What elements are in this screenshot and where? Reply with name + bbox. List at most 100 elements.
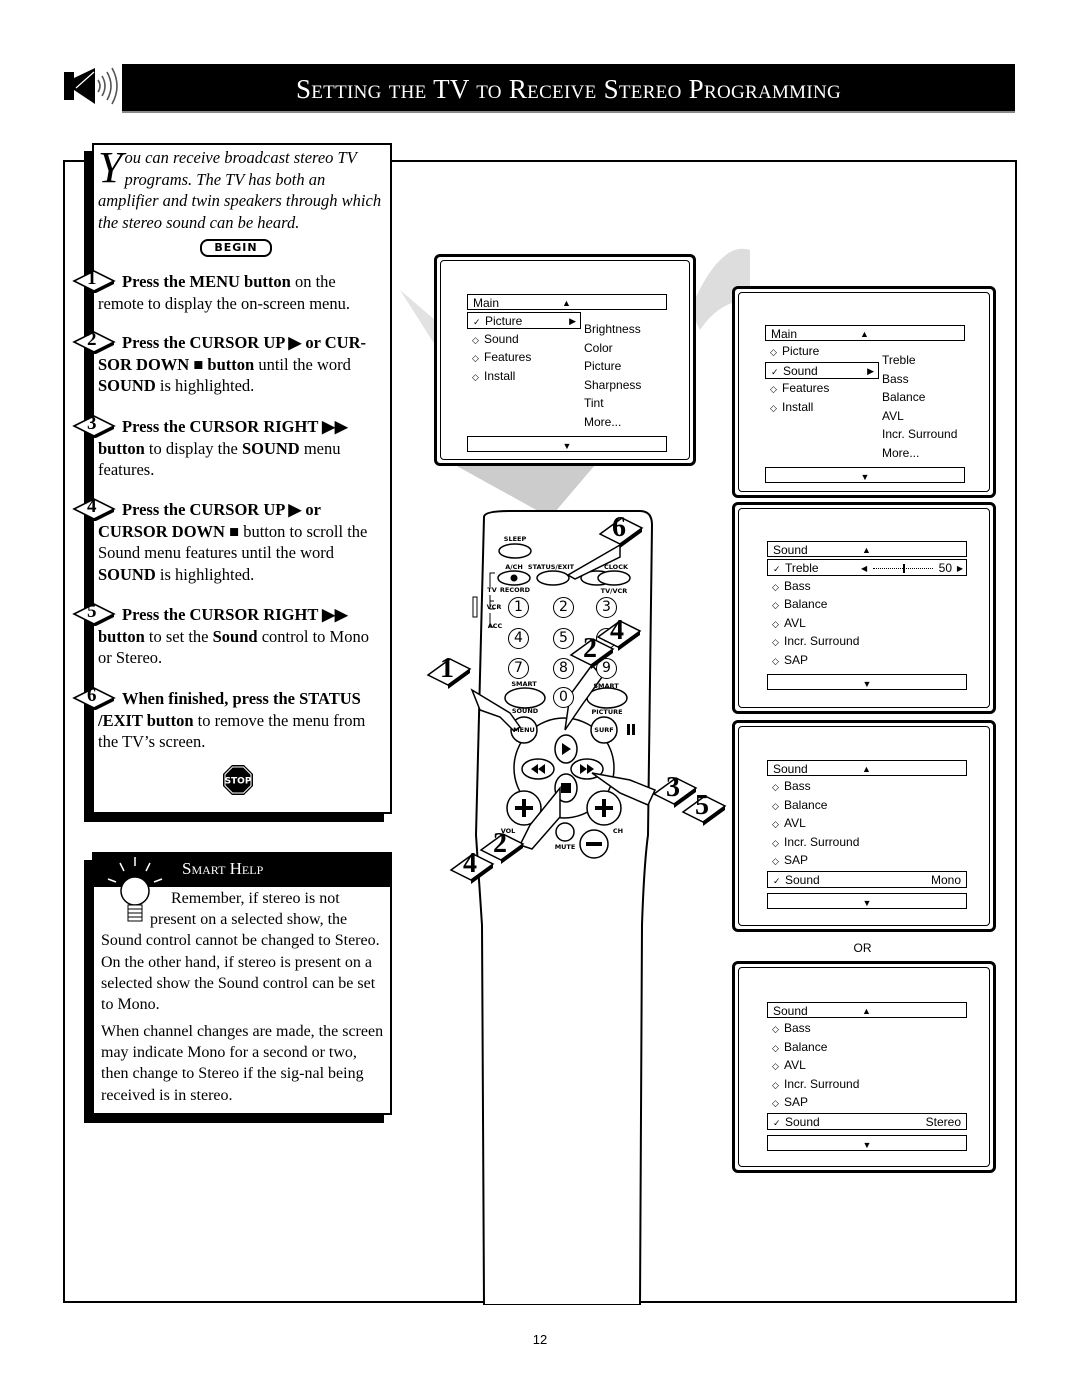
menu-item[interactable]: ✓ Sound Stereo: [767, 1112, 967, 1130]
digit-button-2[interactable]: 2: [553, 597, 574, 618]
menu-item[interactable]: ◇ SAP: [767, 1094, 967, 1111]
step-number: 3: [87, 413, 97, 434]
menu-item[interactable]: ◇ AVL: [767, 615, 967, 632]
diamond-bullet-icon: ◇: [772, 856, 779, 866]
smart-sound-button[interactable]: [504, 687, 546, 709]
menu-item[interactable]: ✓ Sound ▶: [765, 361, 879, 379]
smart-picture-button[interactable]: [586, 687, 628, 709]
scroll-up-arrow-icon[interactable]: ▲: [862, 542, 871, 558]
scroll-down-arrow-icon[interactable]: ▼: [863, 679, 872, 689]
menu-header-label: Sound: [773, 543, 808, 557]
smart-label: SMART: [593, 682, 619, 690]
menu-item-label: Incr. Surround: [784, 834, 860, 849]
menu-header: Sound ▲: [767, 760, 967, 776]
menu-item-label: AVL: [784, 1058, 806, 1072]
mute-button[interactable]: [555, 822, 575, 842]
menu-item-label: Sound: [484, 331, 519, 346]
menu-footer: ▼: [765, 467, 965, 484]
scroll-up-arrow-icon[interactable]: ▲: [862, 761, 871, 777]
menu-footer: ▼: [767, 893, 967, 909]
menu-item[interactable]: ◇ Bass: [767, 578, 967, 595]
menu-item-label: Features: [484, 350, 532, 364]
menu-item[interactable]: ◇ Install: [765, 399, 879, 416]
menu-item[interactable]: ◇ Install: [467, 368, 581, 385]
scroll-down-arrow-icon[interactable]: ▼: [863, 898, 872, 908]
diamond-bullet-icon: ◇: [772, 637, 779, 647]
callout-number: 5: [695, 790, 709, 821]
menu-item[interactable]: ◇ Balance: [767, 797, 967, 814]
ach-label: A/CH: [505, 563, 523, 571]
sleep-button[interactable]: [498, 543, 532, 559]
scroll-up-arrow-icon[interactable]: ▲: [562, 295, 571, 311]
slider-thumb[interactable]: [903, 564, 905, 573]
menu-item[interactable]: ✓ Treble ◀ 50 ▶: [767, 559, 967, 576]
menu-item[interactable]: ◇ Balance: [767, 596, 967, 613]
diamond-bullet-icon: ◇: [772, 1042, 779, 1053]
menu-item[interactable]: ◇ SAP: [767, 852, 967, 869]
scroll-down-arrow-icon[interactable]: ▼: [863, 1140, 872, 1150]
digit-button-4[interactable]: 4: [508, 628, 529, 649]
menu-item[interactable]: ✓ Sound Mono: [767, 870, 967, 888]
submenu-preview-item: Treble: [882, 353, 916, 367]
scroll-down-arrow-icon[interactable]: ▼: [861, 472, 870, 482]
step-number: 2: [87, 329, 97, 350]
menu-item[interactable]: ◇ AVL: [767, 815, 967, 832]
step-5: 5 Press the CURSOR RIGHT ▶▶ button to set…: [72, 601, 385, 669]
scroll-down-arrow-icon[interactable]: ▼: [563, 441, 572, 451]
on-screen-menu: Sound ▲ ✓ Treble ◀ 50 ▶ ◇ Bass ◇ Balance ◇ AVL ◇ Incr.…: [767, 541, 967, 691]
step-3: 3 Press the CURSOR RIGHT ▶▶ button to dis…: [72, 413, 385, 481]
status-exit-button[interactable]: [536, 570, 570, 586]
status-exit-label: STATUS/EXIT: [527, 563, 575, 571]
step-text-part: is highlighted.: [155, 376, 255, 395]
menu-item[interactable]: ◇ Bass: [767, 778, 967, 795]
clock-label: CLOCK: [603, 563, 629, 571]
callout-number: 1: [440, 653, 454, 684]
menu-item[interactable]: ◇ Bass: [767, 1020, 967, 1037]
diamond-bullet-icon: ◇: [772, 1098, 779, 1108]
clock-button[interactable]: [597, 570, 631, 586]
menu-item-label: Install: [484, 368, 516, 383]
menu-item[interactable]: ◇ Features: [467, 349, 581, 366]
menu-item[interactable]: ✓ Picture ▶: [467, 312, 581, 329]
step-number: 1: [87, 268, 97, 289]
digit-button-0[interactable]: 0: [553, 687, 574, 708]
step-text-part: Press the MENU button: [122, 272, 291, 291]
menu-item-label: AVL: [784, 615, 806, 630]
menu-item[interactable]: ◇ Sound: [467, 331, 581, 348]
menu-item[interactable]: ◇ Incr. Surround: [767, 834, 967, 851]
slider-right-arrow-icon[interactable]: ▶: [957, 560, 963, 577]
menu-item-label: Balance: [784, 797, 828, 812]
menu-item[interactable]: ◇ Balance: [767, 1039, 967, 1056]
on-screen-menu: Sound ▲ ◇ Bass ◇ Balance ◇ AVL ◇ Incr. Surround ◇ S…: [767, 760, 967, 910]
intro-body: ou can receive broadcast stereo TV progr…: [98, 148, 382, 232]
menu-footer: ▼: [767, 1135, 967, 1151]
slider-left-arrow-icon[interactable]: ◀: [861, 560, 867, 577]
step-number: 6: [87, 685, 97, 706]
menu-header: Main ▲: [765, 325, 965, 341]
menu-item-label: Incr. Surround: [784, 634, 860, 648]
step-6: 6 When finished, press the STATUS /EXIT b…: [72, 685, 385, 753]
diamond-bullet-icon: ◇: [770, 384, 777, 394]
scroll-up-arrow-icon[interactable]: ▲: [860, 326, 869, 342]
or-label: OR: [853, 941, 872, 955]
page-title: Setting the TV to Receive Stereo Program…: [122, 64, 1015, 113]
menu-item[interactable]: ◇ Incr. Surround: [767, 633, 967, 650]
digit-button-1[interactable]: 1: [508, 597, 529, 618]
acc-mode-label: ACC: [487, 622, 503, 630]
menu-item-value: 50: [938, 561, 952, 575]
submenu-arrow-icon: ▶: [867, 365, 874, 376]
menu-item[interactable]: ◇ Features: [765, 380, 879, 397]
digit-button-7[interactable]: 7: [508, 658, 529, 679]
menu-item-label: SAP: [784, 652, 809, 667]
menu-item[interactable]: ◇ Picture: [765, 343, 879, 360]
menu-item[interactable]: ◇ SAP: [767, 652, 967, 669]
tv-screen-sound-mono: Sound ▲ ◇ Bass ◇ Balance ◇ AVL ◇ Incr. Surround ◇ S…: [732, 720, 996, 932]
sleep-label: SLEEP: [503, 535, 527, 543]
menu-item[interactable]: ◇ AVL: [767, 1057, 967, 1074]
submenu-preview-item: Tint: [584, 396, 604, 410]
menu-item[interactable]: ◇ Incr. Surround: [767, 1076, 967, 1093]
step-number-badge: 6: [72, 685, 116, 710]
submenu-arrow-icon: ▶: [569, 316, 576, 326]
scroll-up-arrow-icon[interactable]: ▲: [862, 1003, 871, 1019]
menu-item-label: AVL: [784, 816, 806, 830]
